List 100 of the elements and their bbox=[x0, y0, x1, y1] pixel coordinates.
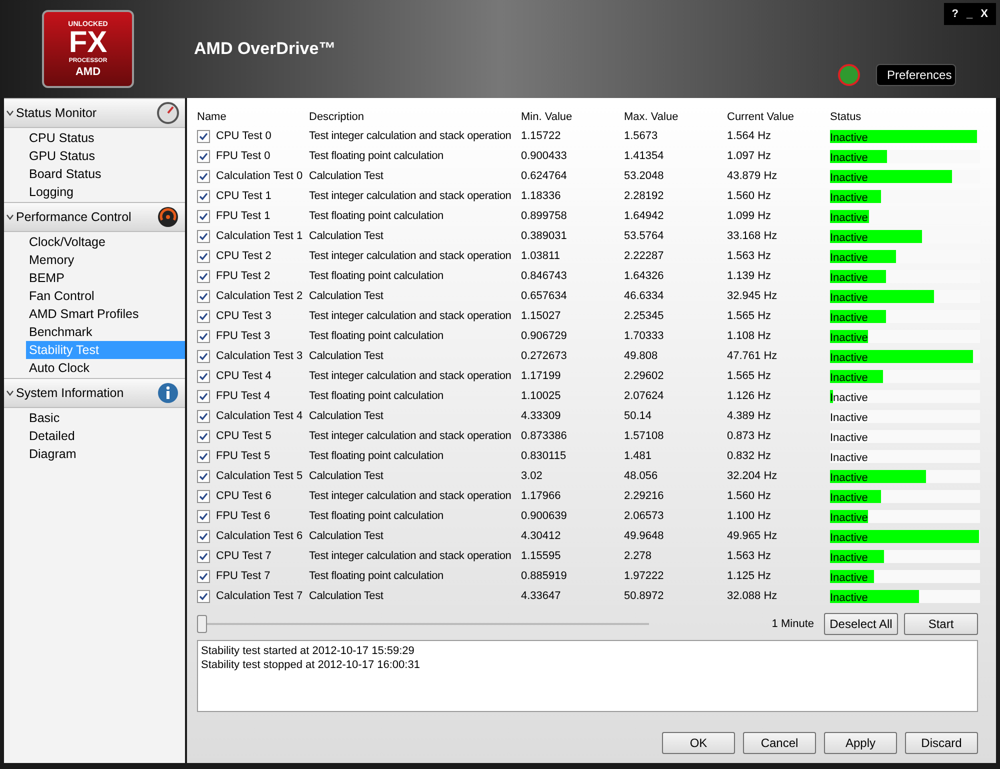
table-cell-text: 46.6334 bbox=[624, 288, 665, 304]
sidebar-section-header[interactable]: System Information bbox=[4, 378, 185, 408]
test-name: FPU Test 3 bbox=[216, 328, 270, 344]
test-name: FPU Test 0 bbox=[216, 148, 270, 164]
table-cell-text: Test floating point calculation bbox=[309, 568, 444, 584]
checkbox[interactable] bbox=[197, 310, 210, 322]
table-cell-text: 0.899758 bbox=[521, 208, 568, 224]
table-cell-text: 53.5764 bbox=[624, 228, 665, 244]
checkbox[interactable] bbox=[197, 570, 210, 582]
sidebar-item[interactable]: Benchmark bbox=[26, 323, 185, 341]
checkbox[interactable] bbox=[197, 470, 210, 482]
test-name: Calculation Test 0 bbox=[216, 168, 303, 184]
section-title: Status Monitor bbox=[16, 104, 98, 122]
checkbox[interactable] bbox=[197, 530, 210, 542]
table-cell-text: Test integer calculation and stack operation bbox=[309, 128, 512, 144]
checkbox[interactable] bbox=[197, 290, 210, 302]
status-text: Inactive bbox=[830, 592, 868, 604]
sidebar-section-header[interactable]: Status Monitor bbox=[4, 98, 185, 128]
window-control-button[interactable]: _ bbox=[966, 6, 973, 22]
table-cell-text: 0.873386 bbox=[521, 428, 568, 444]
sidebar-item[interactable]: CPU Status bbox=[26, 129, 185, 147]
checkbox[interactable] bbox=[197, 510, 210, 522]
sidebar-item[interactable]: AMD Smart Profiles bbox=[26, 305, 185, 323]
sidebar-item[interactable]: Diagram bbox=[26, 445, 185, 463]
table-cell-text: 32.945 Hz bbox=[727, 288, 778, 304]
table-cell-text: 32.204 Hz bbox=[727, 468, 778, 484]
test-name: Calculation Test 1 bbox=[216, 228, 303, 244]
table-cell-text: 0.272673 bbox=[521, 348, 568, 364]
sidebar-item[interactable]: Auto Clock bbox=[26, 359, 185, 377]
window-control-button[interactable]: ? bbox=[952, 6, 959, 22]
table-cell-text: 2.29602 bbox=[624, 368, 665, 384]
table-cell-text: 53.2048 bbox=[624, 168, 665, 184]
sidebar-item[interactable]: Memory bbox=[26, 251, 185, 269]
table-cell-text: 1.560 Hz bbox=[727, 188, 772, 204]
dialog-button[interactable]: Discard bbox=[905, 732, 978, 754]
slider-thumb[interactable] bbox=[197, 615, 207, 633]
test-name: Calculation Test 3 bbox=[216, 348, 303, 364]
sidebar-item[interactable]: Basic bbox=[26, 409, 185, 427]
preferences-button[interactable]: Preferences bbox=[876, 64, 956, 86]
deselect-all-button[interactable]: Deselect All bbox=[824, 613, 898, 635]
start-button[interactable]: Start bbox=[904, 613, 978, 635]
status-text: Inactive bbox=[830, 372, 868, 384]
checkbox[interactable] bbox=[197, 370, 210, 382]
table-cell-text: 1.57108 bbox=[624, 428, 665, 444]
sidebar-item[interactable]: Detailed bbox=[26, 427, 185, 445]
checkbox[interactable] bbox=[197, 250, 210, 262]
status-led-icon bbox=[838, 64, 860, 86]
checkbox[interactable] bbox=[197, 190, 210, 202]
test-name: CPU Test 6 bbox=[216, 488, 272, 504]
table-cell-text: Test floating point calculation bbox=[309, 148, 444, 164]
checkbox[interactable] bbox=[197, 450, 210, 462]
checkbox[interactable] bbox=[197, 350, 210, 362]
window-title: AMD OverDrive™ bbox=[194, 38, 336, 60]
checkbox[interactable] bbox=[197, 410, 210, 422]
status-text: Inactive bbox=[830, 172, 868, 184]
sidebar-item[interactable]: BEMP bbox=[26, 269, 185, 287]
checkbox[interactable] bbox=[197, 210, 210, 222]
duration-slider[interactable] bbox=[197, 615, 649, 633]
checkbox[interactable] bbox=[197, 170, 210, 182]
checkbox[interactable] bbox=[197, 150, 210, 162]
status-text: Inactive bbox=[830, 412, 868, 424]
sidebar-item[interactable]: Clock/Voltage bbox=[26, 233, 185, 251]
sidebar-item[interactable]: Board Status bbox=[26, 165, 185, 183]
table-cell-text: Calculation Test bbox=[309, 288, 384, 304]
status-text: Inactive bbox=[830, 532, 868, 544]
test-name: CPU Test 2 bbox=[216, 248, 272, 264]
table-cell-text: 50.8972 bbox=[624, 588, 665, 604]
table-cell-text: 1.15027 bbox=[521, 308, 562, 324]
checkbox[interactable] bbox=[197, 590, 210, 602]
table-cell-text: 1.41354 bbox=[624, 148, 665, 164]
checkbox[interactable] bbox=[197, 550, 210, 562]
status-text: Inactive bbox=[830, 472, 868, 484]
window-control-button[interactable]: X bbox=[980, 6, 988, 22]
checkbox[interactable] bbox=[197, 490, 210, 502]
table-cell-text: 1.100 Hz bbox=[727, 508, 772, 524]
sidebar-item[interactable]: GPU Status bbox=[26, 147, 185, 165]
table-cell-text: 4.30412 bbox=[521, 528, 562, 544]
table-cell-text: 1.97222 bbox=[624, 568, 665, 584]
checkbox[interactable] bbox=[197, 390, 210, 402]
checkbox[interactable] bbox=[197, 230, 210, 242]
checkbox[interactable] bbox=[197, 270, 210, 282]
dial-icon bbox=[157, 206, 179, 228]
table-cell-text: 1.565 Hz bbox=[727, 308, 772, 324]
table-cell-text: 50.14 bbox=[624, 408, 653, 424]
checkbox[interactable] bbox=[197, 130, 210, 142]
sidebar-section-header[interactable]: Performance Control bbox=[4, 202, 185, 232]
checkbox[interactable] bbox=[197, 430, 210, 442]
table-cell-text: 0.906729 bbox=[521, 328, 568, 344]
dialog-button[interactable]: OK bbox=[662, 732, 735, 754]
sidebar-item[interactable]: Logging bbox=[26, 183, 185, 201]
status-text: Inactive bbox=[830, 132, 868, 144]
duration-reading: 1 Minute bbox=[772, 616, 814, 632]
dialog-button[interactable]: Apply bbox=[824, 732, 897, 754]
table-cell-text: 49.965 Hz bbox=[727, 528, 778, 544]
table-cell-text: 43.879 Hz bbox=[727, 168, 778, 184]
sidebar-item[interactable]: Fan Control bbox=[26, 287, 185, 305]
table-cell-text: 2.29216 bbox=[624, 488, 665, 504]
dialog-button[interactable]: Cancel bbox=[743, 732, 816, 754]
checkbox[interactable] bbox=[197, 330, 210, 342]
table-cell-text: 49.9648 bbox=[624, 528, 665, 544]
